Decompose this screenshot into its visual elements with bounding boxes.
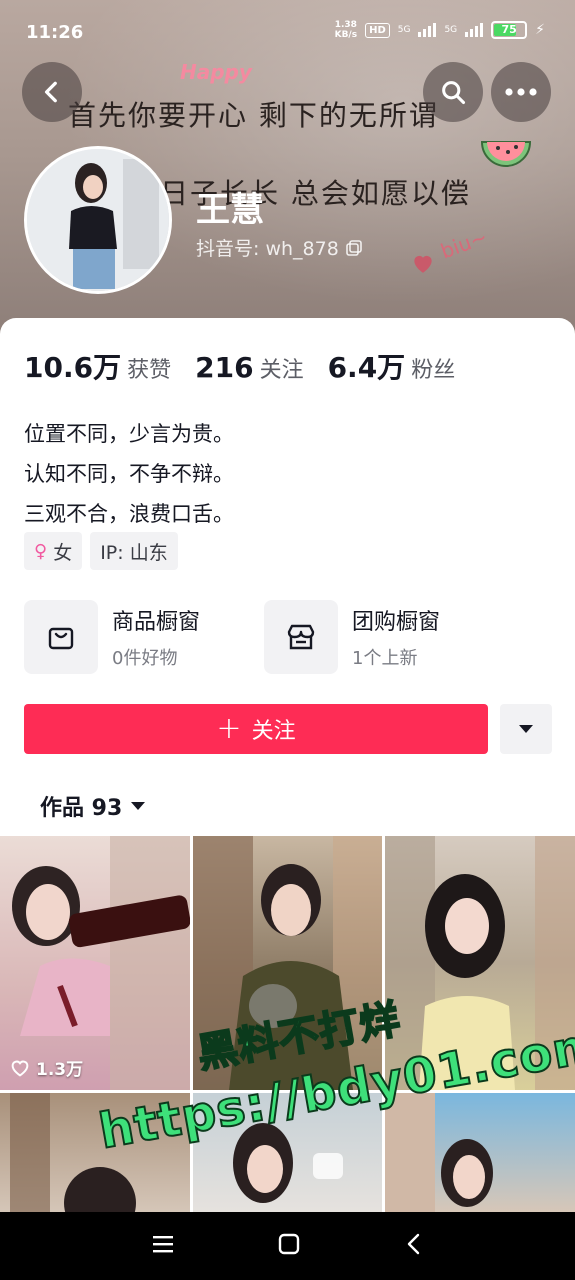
ip-label: IP: 山东 [100,541,168,564]
status-icons: 1.38 KB/s HD 5G 5G 75 ⚡ [335,20,545,40]
net-speed: 1.38 KB/s [335,20,357,40]
video-thumbnail[interactable]: 1.3万 [0,836,190,1090]
copy-icon[interactable] [345,239,363,257]
thumbnail-image [385,1093,493,1212]
shop-subtitle: 1个上新 [352,648,418,669]
menu-nav-button[interactable] [151,1234,175,1258]
like-count-text: 1.3万 [36,1060,84,1080]
shop-title: 团购橱窗 [352,610,441,635]
follow-label: 关注 [251,719,296,744]
system-navigation-bar [0,1212,575,1280]
following-count[interactable]: 216 [195,351,253,384]
battery-level: 75 [501,23,517,36]
more-button[interactable] [491,62,551,122]
like-count: 1.3万 [10,1055,83,1080]
followers-label[interactable]: 粉丝 [411,352,455,384]
plus-icon: + [216,711,242,746]
bag-icon [24,600,98,674]
back-button[interactable] [22,62,82,122]
thumbnail-image [12,836,190,1090]
home-nav-button[interactable] [277,1232,301,1260]
avatar-image [27,149,169,291]
heart-icon [414,255,432,273]
battery-icon: 75 [491,21,528,39]
banner-biu-text: biu~ [437,224,491,264]
charging-icon: ⚡ [535,22,545,38]
tab-works[interactable]: 作品 93 [40,790,146,822]
hd-icon: HD [365,22,390,38]
video-thumbnail[interactable] [385,1093,575,1212]
shop-subtitle: 0件好物 [112,648,178,669]
shop-title: 商品橱窗 [112,610,201,635]
chevron-left-icon [44,81,57,103]
bio-line: 认知不同，不争不辩。 [24,462,234,486]
bio-line: 三观不合，浪费口舌。 [24,502,234,526]
bio: 位置不同，少言为贵。 认知不同，不争不辩。 三观不合，浪费口舌。 [24,414,234,534]
more-dots-icon [505,88,537,96]
ip-tag: IP: 山东 [90,532,178,570]
gender-tag: ♀ 女 [24,532,83,570]
status-time: 11:26 [26,22,84,43]
signal-icon [418,23,437,37]
likes-count[interactable]: 10.6万 [24,346,121,386]
profile-name: 王慧 [196,190,264,230]
stats-row: 10.6万 获赞 216 关注 6.4万 粉丝 [24,346,479,386]
watermelon-icon [480,141,532,167]
network-label-1: 5G [397,25,411,35]
status-bar: 11:26 1.38 KB/s HD 5G 5G 75 ⚡ [0,0,575,64]
banner-text-line1: 首先你要开心 剩下的无所谓 [68,99,439,132]
home-square-icon [279,1233,300,1255]
store-icon [264,600,338,674]
net-speed-value: 1.38 [334,20,357,30]
avatar[interactable] [24,146,172,294]
caret-down-icon [519,725,533,733]
caret-down-icon [131,802,146,810]
works-tab-label: 作品 93 [40,796,123,821]
douyin-id[interactable]: 抖音号: wh_878 [196,234,363,261]
bio-line: 位置不同，少言为贵。 [24,422,234,446]
recommend-dropdown-button[interactable] [500,704,552,754]
follow-button[interactable]: + 关注 [24,704,488,754]
gender-label: 女 [53,541,73,564]
back-chevron-icon [407,1233,420,1255]
search-icon [442,81,466,105]
product-showcase[interactable]: 商品橱窗 0件好物 [24,600,228,674]
back-nav-button[interactable] [404,1232,424,1260]
net-speed-unit: KB/s [334,30,358,40]
douyin-id-text: 抖音号: wh_878 [196,238,339,260]
shop-row: 商品橱窗 0件好物 团购橱窗 1个上新 [24,600,468,674]
menu-icon [153,1236,174,1253]
profile-tags: ♀ 女 IP: 山东 [24,532,178,570]
likes-label[interactable]: 获赞 [127,352,171,384]
female-icon: ♀ [34,540,48,562]
signal-icon-2 [465,23,484,37]
network-label-2: 5G [444,25,458,35]
group-buy-showcase[interactable]: 团购橱窗 1个上新 [264,600,468,674]
search-button[interactable] [423,62,483,122]
heart-outline-icon [11,1060,29,1077]
following-label[interactable]: 关注 [260,352,304,384]
followers-count[interactable]: 6.4万 [328,346,406,386]
